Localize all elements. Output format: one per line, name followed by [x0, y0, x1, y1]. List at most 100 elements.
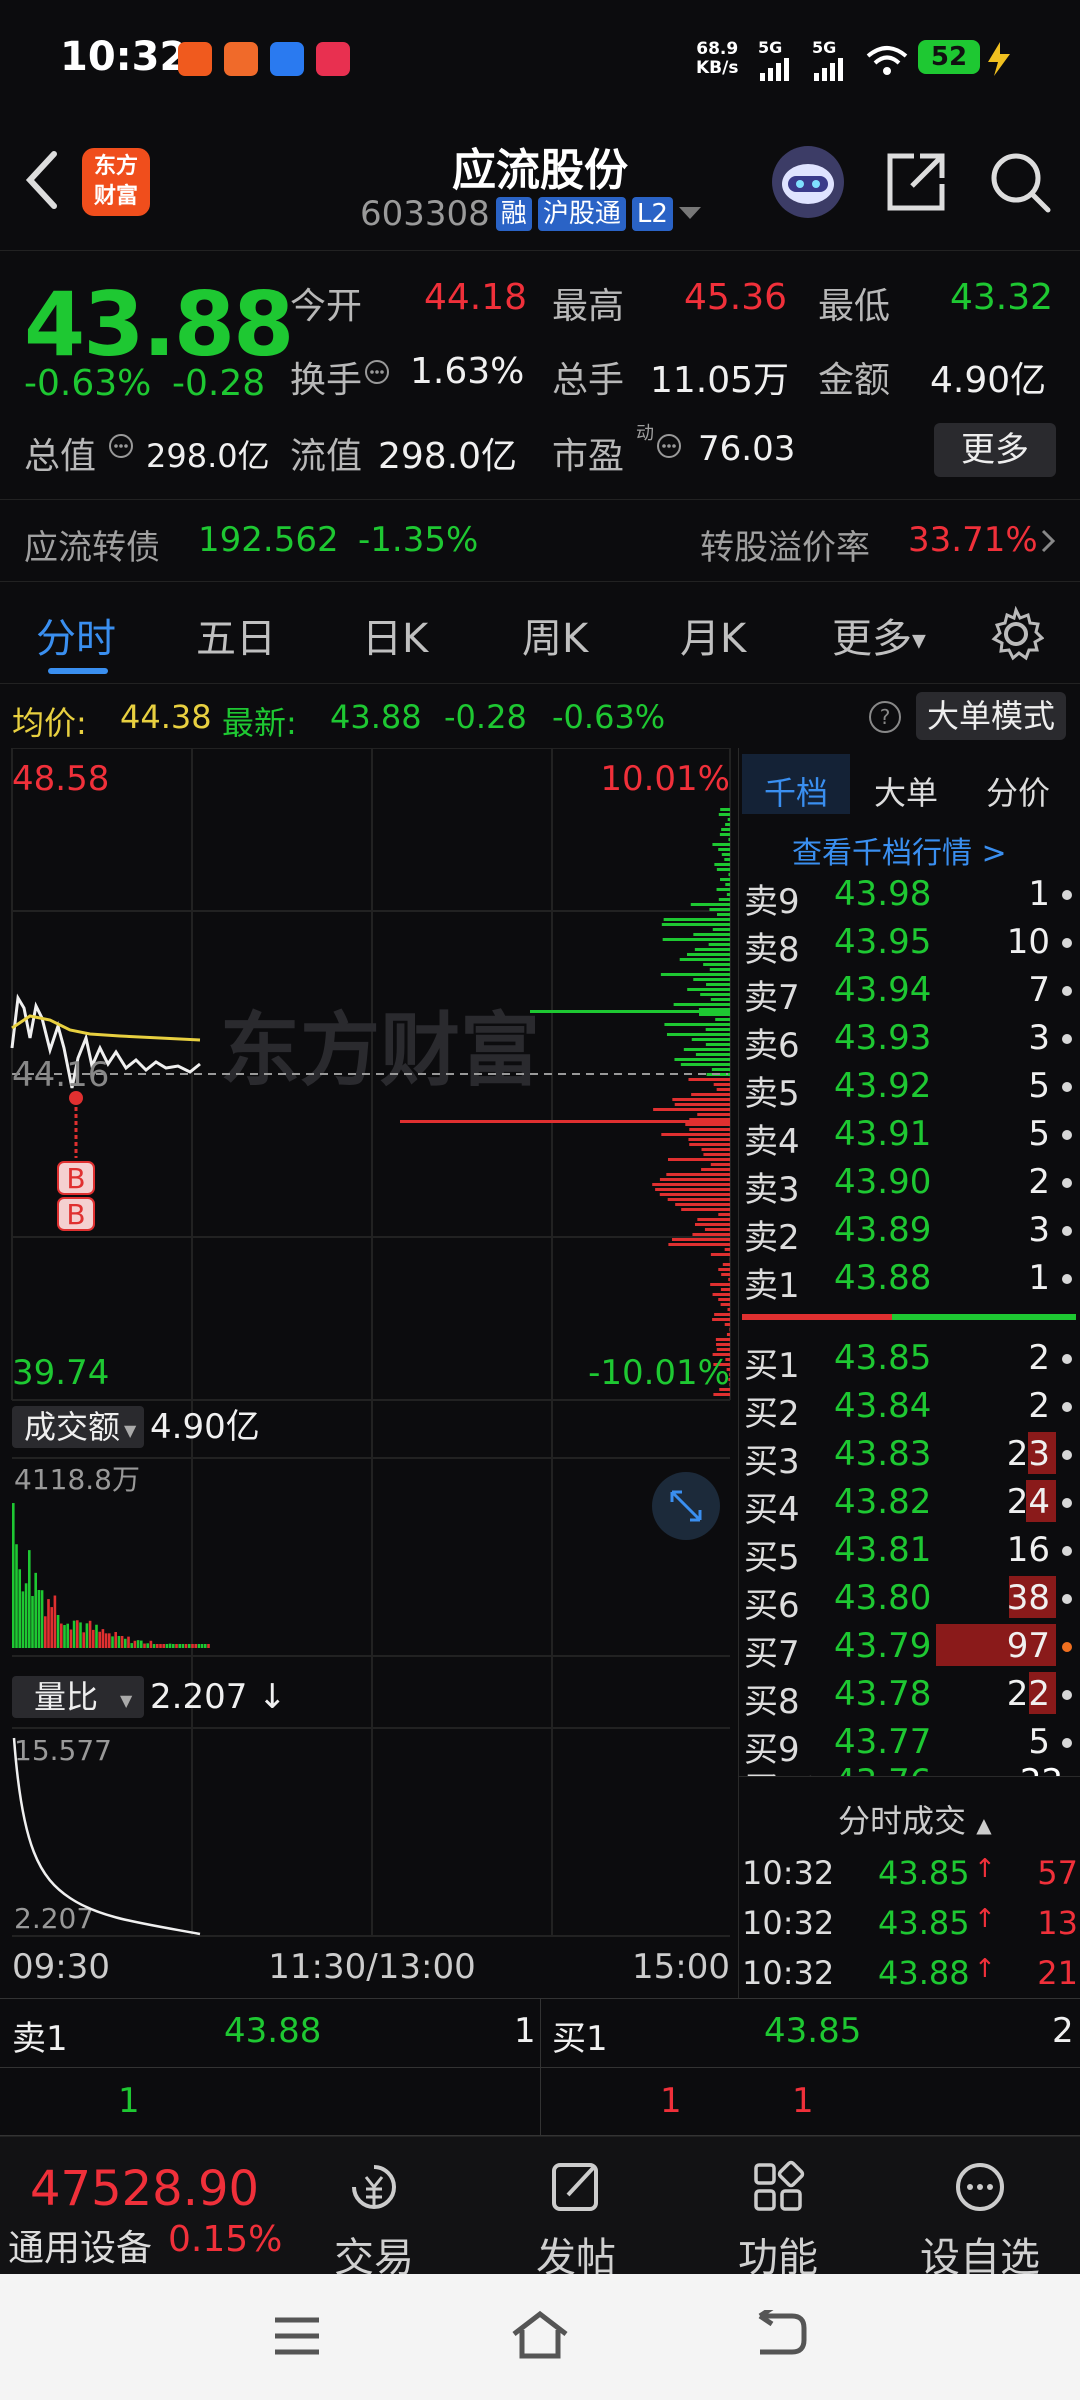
home-icon[interactable]: [510, 2308, 570, 2362]
bid-row[interactable]: 买4 43.82 24: [744, 1478, 1080, 1530]
depth-bar: [693, 933, 730, 936]
nav-watchlist[interactable]: 设自选: [910, 2157, 1050, 2283]
tab-more-label: 更多: [832, 616, 912, 662]
back-icon[interactable]: [752, 2310, 808, 2360]
ask-row[interactable]: 卖5 43.92 5: [744, 1062, 1080, 1114]
amount-value: 4.90亿: [930, 360, 1047, 401]
quote-panel: 43.88 -0.63% -0.28 今开 44.18 最高 45.36 最低 …: [0, 250, 1080, 500]
ask-row[interactable]: 卖3 43.90 2: [744, 1158, 1080, 1210]
bid-row[interactable]: 买3 43.83 23: [744, 1430, 1080, 1482]
ask-row[interactable]: 卖1 43.88 1: [744, 1254, 1080, 1306]
stock-code-row[interactable]: 603308 融 沪股通 L2: [360, 192, 701, 236]
ask-row[interactable]: 卖8 43.95 10: [744, 918, 1080, 970]
amount-bar: [60, 1623, 63, 1648]
low-value: 43.32: [950, 277, 1054, 318]
intraday-info-line: 均价: 44.38 最新: 43.88 -0.28 -0.63% ? 大单模式: [0, 684, 1080, 748]
more-button[interactable]: 更多: [934, 423, 1056, 477]
depth-bar: [668, 1243, 730, 1246]
trade-qty: 13: [1037, 1904, 1078, 1942]
amount-bar: [40, 1590, 44, 1648]
robot-assistant-icon[interactable]: [772, 146, 844, 218]
depth-bar: [685, 1123, 730, 1126]
time-start: 09:30: [12, 1947, 110, 1987]
bid-row[interactable]: 买2 43.84 2: [744, 1382, 1080, 1434]
amount-label: 金额: [818, 360, 891, 401]
intraday-chart[interactable]: 东方财富 B B 48.58 44.16 39.74 10.01% -10.01…: [0, 748, 738, 1998]
ask-row[interactable]: 卖7 43.94 7: [744, 966, 1080, 1018]
help-icon[interactable]: ?: [868, 700, 902, 734]
ask-row[interactable]: 卖6 43.93 3: [744, 1014, 1080, 1066]
ask-row[interactable]: 卖4 43.91 5: [744, 1110, 1080, 1162]
trades-title[interactable]: 分时成交 ▲: [838, 1796, 992, 1842]
nav-trade[interactable]: 交易: [304, 2157, 444, 2283]
avg-label: 均价:: [12, 704, 87, 742]
search-icon[interactable]: [988, 150, 1052, 214]
depth-bar: [679, 958, 730, 961]
menu-icon[interactable]: [272, 2314, 322, 2358]
amount-bar: [146, 1643, 149, 1648]
bid-price: 43.84: [834, 1386, 932, 1426]
depth-bar: [716, 888, 730, 891]
tab-intraday[interactable]: 分时: [36, 606, 116, 664]
tab-weekly-k[interactable]: 周K: [522, 606, 588, 664]
bid-price: 43.85: [834, 1338, 932, 1378]
ob-tab-depth[interactable]: 千档: [764, 768, 828, 814]
tab-more[interactable]: 更多▼: [832, 606, 926, 664]
tab-five-day[interactable]: 五日: [196, 606, 276, 664]
depth-bar: [686, 953, 730, 956]
amount-bar: [18, 1569, 21, 1648]
ask-price: 43.88: [834, 1258, 932, 1298]
bid-price: 43.76: [834, 1766, 931, 1776]
high-value: 45.36: [684, 277, 788, 318]
amount-bar: [76, 1620, 79, 1648]
depth-bar: [725, 823, 730, 826]
share-icon[interactable]: [884, 150, 948, 214]
big-order-mode-button[interactable]: 大单模式: [916, 692, 1066, 740]
convertible-bond-row[interactable]: 应流转债 192.562 -1.35% 转股溢价率 33.71%: [0, 500, 1080, 582]
trade-price: 43.88: [878, 1954, 970, 1992]
ob-tab-price-dist[interactable]: 分价: [986, 768, 1050, 814]
depth-bar: [675, 1203, 730, 1206]
amount-bar: [120, 1636, 124, 1648]
tab-daily-k[interactable]: 日K: [362, 606, 428, 664]
amount-bar: [130, 1643, 133, 1648]
status-dot: [1062, 1546, 1072, 1556]
depth-bar: [716, 868, 730, 871]
bid-row[interactable]: 买9 43.77 5: [744, 1718, 1080, 1770]
full-depth-link[interactable]: 查看千档行情 >: [792, 828, 1007, 872]
gear-icon[interactable]: [988, 606, 1044, 662]
amount-bar: [50, 1607, 53, 1648]
bid-row[interactable]: 买5 43.81 16: [744, 1526, 1080, 1578]
bid-row[interactable]: 买10 43.76 22: [744, 1766, 1080, 1776]
amount-bar: [98, 1631, 101, 1648]
bid-row[interactable]: 买1 43.85 2: [744, 1334, 1080, 1386]
info-icon[interactable]: [108, 433, 134, 459]
depth-bar: [661, 923, 730, 926]
depth-bar: [713, 1393, 730, 1396]
ask-label: 卖5: [744, 1074, 800, 1114]
trade-price: 43.85: [878, 1854, 970, 1892]
amount-bar: [197, 1644, 201, 1648]
index-value[interactable]: 47528.90: [30, 2161, 259, 2217]
signal-label: 5G: [758, 38, 783, 57]
tab-monthly-k[interactable]: 月K: [680, 606, 746, 664]
ratio-value: 2.207 ↓: [150, 1677, 287, 1717]
ob-tab-big-orders[interactable]: 大单: [874, 768, 938, 814]
bid-row[interactable]: 买6 43.80 38: [744, 1574, 1080, 1626]
ask-row[interactable]: 卖9 43.98 1: [744, 870, 1080, 922]
depth-bar: [400, 1120, 730, 1123]
depth-bar: [720, 1303, 730, 1306]
nav-post[interactable]: 发帖: [506, 2157, 646, 2283]
depth-bar: [718, 813, 730, 816]
bid-row[interactable]: 买8 43.78 22: [744, 1670, 1080, 1722]
depth-bar: [728, 873, 730, 876]
depth-bar: [666, 1173, 730, 1176]
stock-code: 603308: [360, 194, 490, 234]
info-icon[interactable]: [364, 359, 390, 385]
amount-bar: [184, 1644, 188, 1648]
depth-bar: [710, 1283, 730, 1286]
bid-row[interactable]: 买7 43.79 97: [744, 1622, 1080, 1674]
ask-row[interactable]: 卖2 43.89 3: [744, 1206, 1080, 1258]
nav-functions[interactable]: 功能: [708, 2157, 848, 2283]
info-icon[interactable]: [656, 433, 682, 459]
